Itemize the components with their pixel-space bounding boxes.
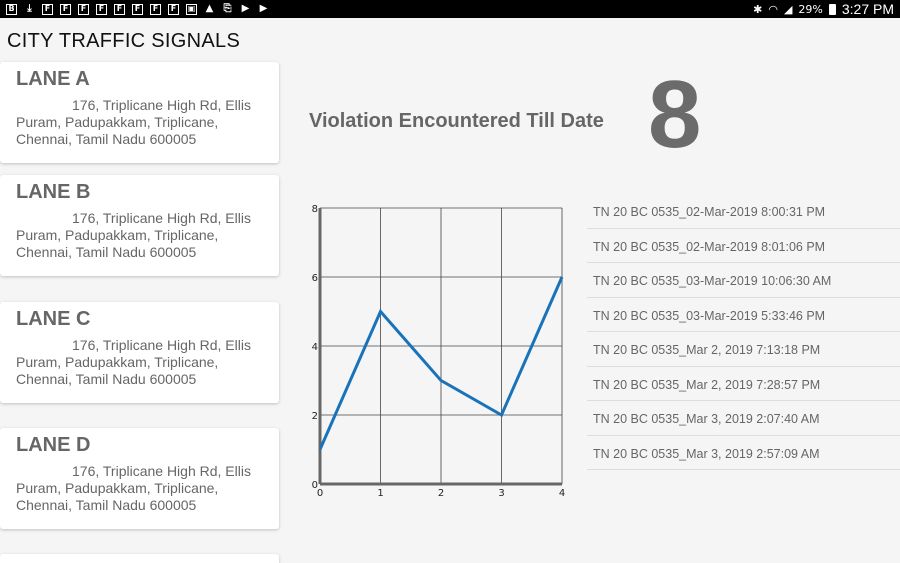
app-title: CITY TRAFFIC SIGNALS — [7, 30, 241, 52]
y-tick-label: 6 — [312, 273, 318, 284]
battery-icon — [828, 3, 836, 15]
violation-label: Violation Encountered Till Date — [309, 110, 604, 132]
record-item[interactable]: TN 20 BC 0535_03-Mar-2019 10:06:30 AM — [587, 263, 900, 298]
f-icon: F — [168, 3, 179, 15]
lane-card[interactable]: LANE C 176, Triplicane High Rd, Ellis Pu… — [0, 302, 279, 403]
f-icon: F — [96, 3, 107, 15]
record-item[interactable]: TN 20 BC 0535_02-Mar-2019 8:00:31 PM — [587, 194, 900, 229]
f-icon: F — [114, 3, 125, 15]
f-icon: F — [78, 3, 89, 15]
violation-record-list: TN 20 BC 0535_02-Mar-2019 8:00:31 PM TN … — [587, 194, 900, 470]
wifi-icon: ◠ — [768, 2, 778, 16]
lane-card[interactable]: LANE B 176, Triplicane High Rd, Ellis Pu… — [0, 175, 279, 276]
x-tick-label: 2 — [438, 488, 444, 499]
y-tick-label: 2 — [312, 411, 318, 422]
notification-icons: B ⤓ F F F F F F F F ▣ ▲ ⎘ ▶ ▶ — [6, 3, 269, 15]
drive-icon: ▲ — [205, 3, 214, 14]
lane-title: LANE D — [16, 434, 91, 456]
lane-address: 176, Triplicane High Rd, Ellis Puram, Pa… — [16, 210, 251, 260]
download-icon: ⤓ — [27, 3, 32, 14]
line-chart: 0 1 2 3 402468 — [312, 204, 566, 499]
y-tick-label: 0 — [312, 480, 318, 491]
y-tick-label: 8 — [312, 204, 318, 215]
lane-card[interactable] — [0, 554, 279, 563]
record-item[interactable]: TN 20 BC 0535_Mar 2, 2019 7:13:18 PM — [587, 332, 900, 367]
record-item[interactable]: TN 20 BC 0535_Mar 2, 2019 7:28:57 PM — [587, 367, 900, 401]
lane-title: LANE C — [16, 308, 91, 330]
x-tick-label: 4 — [559, 488, 565, 499]
lane-card[interactable]: LANE D 176, Triplicane High Rd, Ellis Pu… — [0, 428, 279, 529]
y-tick-label: 4 — [312, 342, 318, 353]
signal-icon: ◢ — [783, 2, 793, 16]
b-icon: B — [6, 3, 17, 15]
system-icons: ✱ ◠ ◢ 29% 3:27 PM — [753, 1, 894, 17]
x-tick-label: 1 — [377, 488, 383, 499]
f-icon: F — [132, 3, 143, 15]
lane-address: 176, Triplicane High Rd, Ellis Puram, Pa… — [16, 463, 251, 513]
play-store-icon: ▶ — [259, 3, 268, 14]
record-item[interactable]: TN 20 BC 0535_Mar 3, 2019 2:07:40 AM — [587, 401, 900, 436]
record-item[interactable]: TN 20 BC 0535_03-Mar-2019 5:33:46 PM — [587, 298, 900, 332]
f-icon: F — [150, 3, 161, 15]
record-item[interactable]: TN 20 BC 0535_Mar 3, 2019 2:57:09 AM — [587, 436, 900, 470]
status-time: 3:27 PM — [841, 1, 894, 17]
image-icon: ▣ — [186, 3, 197, 15]
play-store-icon: ▶ — [241, 3, 250, 14]
bluetooth-icon: ✱ — [753, 2, 763, 16]
lane-card[interactable]: LANE A 176, Triplicane High Rd, Ellis Pu… — [0, 62, 279, 163]
lane-title: LANE A — [16, 68, 90, 90]
lane-address: 176, Triplicane High Rd, Ellis Puram, Pa… — [16, 337, 251, 387]
f-icon: F — [60, 3, 71, 15]
battery-percent: 29% — [798, 2, 823, 16]
status-bar: B ⤓ F F F F F F F F ▣ ▲ ⎘ ▶ ▶ ✱ ◠ ◢ 29% … — [0, 0, 900, 18]
x-tick-label: 3 — [498, 488, 504, 499]
violation-chart: 0123402468 — [300, 198, 572, 504]
file-x-icon: ⎘ — [223, 3, 232, 14]
violation-count: 8 — [648, 61, 702, 168]
f-icon: F — [42, 3, 53, 15]
lane-address: 176, Triplicane High Rd, Ellis Puram, Pa… — [16, 97, 251, 147]
record-item[interactable]: TN 20 BC 0535_02-Mar-2019 8:01:06 PM — [587, 229, 900, 263]
lane-title: LANE B — [16, 181, 91, 203]
